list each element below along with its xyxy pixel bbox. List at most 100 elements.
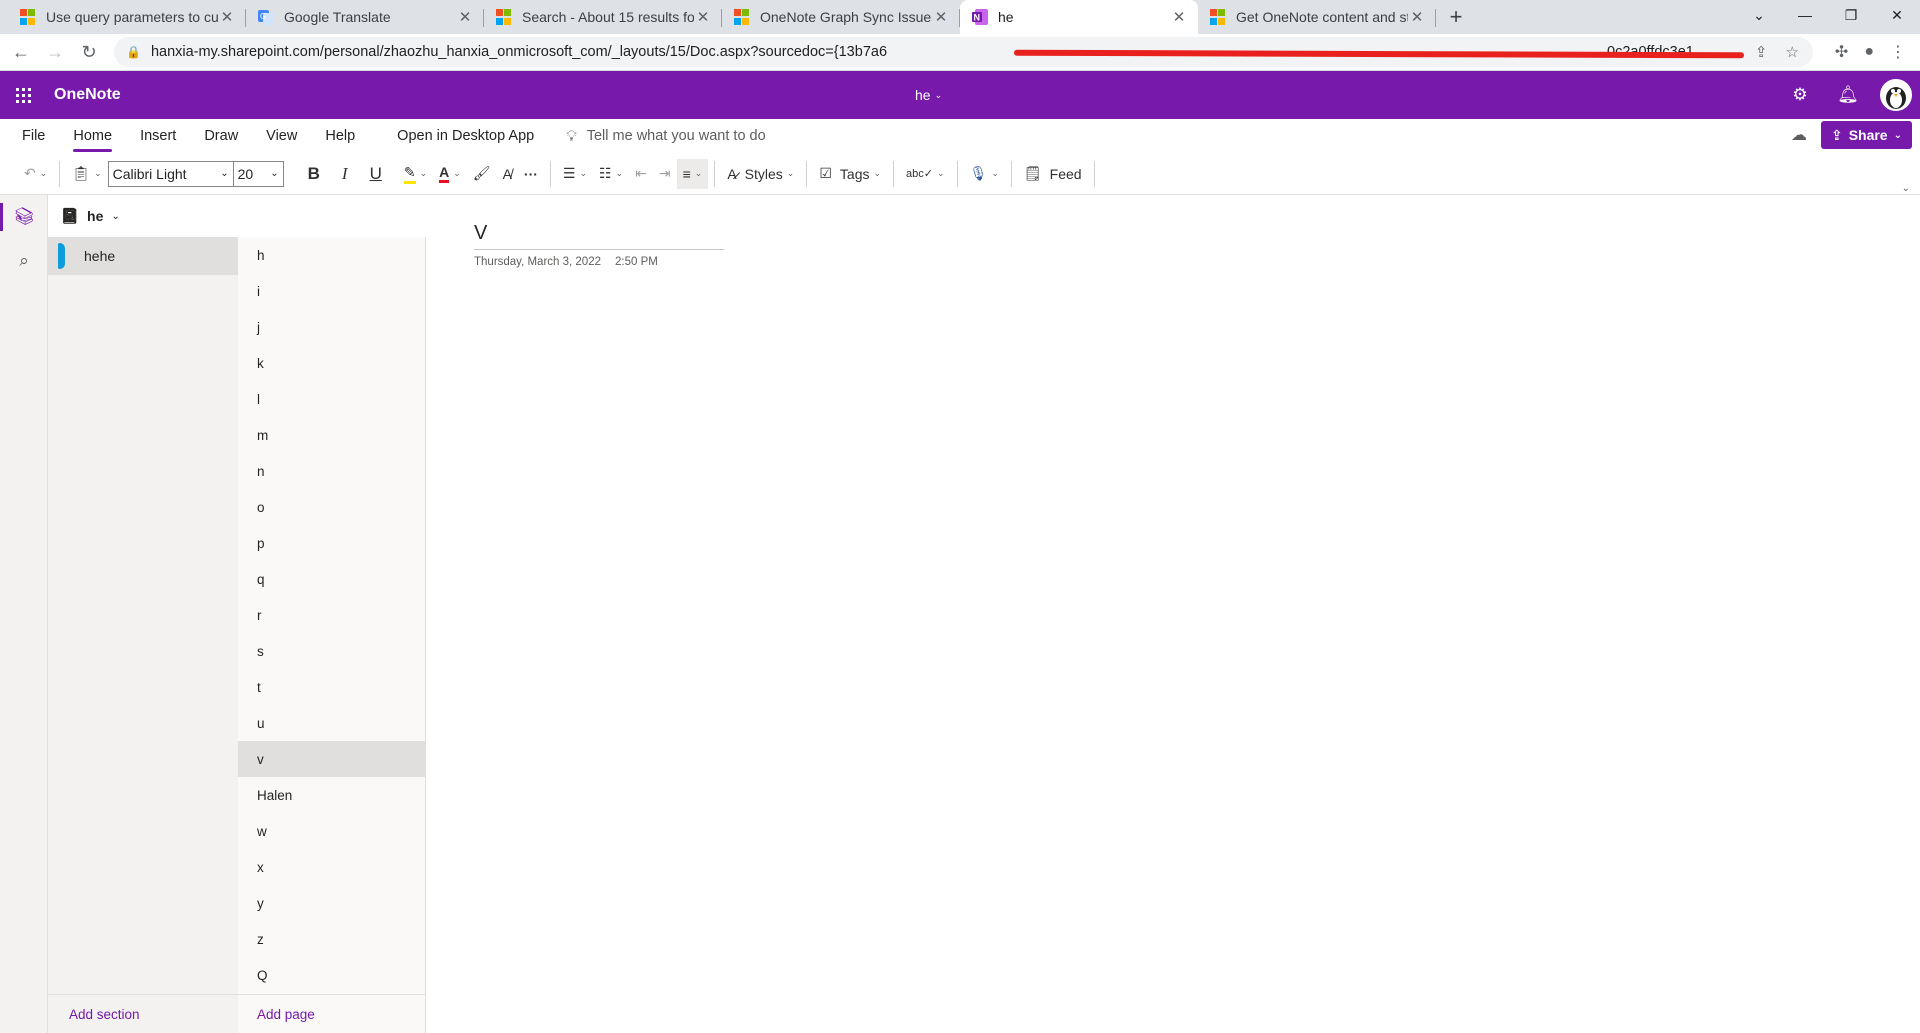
page-item[interactable]: x (238, 849, 425, 885)
dictate-button[interactable]: 🎙︎ ⌄ (964, 159, 1005, 189)
back-icon[interactable]: ← (4, 35, 38, 69)
close-icon[interactable]: ✕ (694, 8, 712, 26)
avatar[interactable] (1880, 79, 1912, 111)
section-item[interactable]: hehe (48, 237, 238, 275)
browser-tab[interactable]: Use query parameters to cust ✕ (8, 0, 246, 34)
share-button[interactable]: ⇪ Share ⌄ (1820, 121, 1912, 149)
close-icon[interactable]: ✕ (456, 8, 474, 26)
page-item[interactable]: Halen (238, 777, 425, 813)
add-page-button[interactable]: Add page (238, 994, 426, 1033)
page-item[interactable]: z (238, 921, 425, 957)
app-name[interactable]: OneNote (54, 86, 121, 104)
browser-tab-active[interactable]: N he ✕ (960, 0, 1198, 34)
font-size-dropdown[interactable]: 20 ⌄ (233, 160, 284, 187)
page-item[interactable]: s (238, 633, 425, 669)
format-painter-button[interactable]: 🖌︎ (467, 159, 497, 189)
reload-icon[interactable]: ↻ (72, 35, 106, 69)
browser-tab[interactable]: OneNote Graph Sync Issues - ✕ (722, 0, 960, 34)
close-icon[interactable]: ✕ (1408, 8, 1426, 26)
share-page-icon[interactable]: ⇪ (1755, 43, 1768, 61)
styles-button[interactable]: A̷ Styles ⌄ (721, 159, 800, 189)
bullets-button[interactable]: ☰ ⌄ (557, 159, 593, 189)
font-color-button[interactable]: A ⌄ (433, 159, 467, 189)
tab-help[interactable]: Help (311, 119, 369, 153)
align-button[interactable]: ≡ ⌄ (676, 158, 709, 189)
clear-formatting-button[interactable]: A̸ (497, 159, 518, 189)
page-item[interactable]: p (238, 525, 425, 561)
page-title[interactable]: V (474, 222, 724, 250)
new-tab-button[interactable]: + (1440, 0, 1472, 34)
app-launcher-icon[interactable] (0, 71, 46, 119)
page-item[interactable]: u (238, 705, 425, 741)
page-item[interactable]: o (238, 489, 425, 525)
page-item[interactable]: j (238, 309, 425, 345)
italic-button[interactable]: I (336, 159, 354, 189)
page-item[interactable]: y (238, 885, 425, 921)
profile-icon[interactable]: ● (1864, 43, 1874, 61)
bold-button[interactable]: B (302, 159, 326, 189)
page-item-selected[interactable]: v (238, 741, 425, 777)
bookmark-star-icon[interactable]: ☆ (1785, 43, 1798, 61)
forward-icon[interactable]: → (38, 35, 72, 69)
page-item[interactable]: q (238, 561, 425, 597)
font-name-dropdown[interactable]: Calibri Light ⌄ (107, 160, 234, 187)
page-item[interactable]: Q (238, 957, 425, 993)
increase-indent-icon: ⇥ (658, 165, 671, 181)
increase-indent-button[interactable]: ⇥ (653, 159, 677, 189)
close-icon[interactable]: ✕ (932, 8, 950, 26)
extensions-icon[interactable]: ✣ (1835, 42, 1848, 62)
page-canvas[interactable]: V Thursday, March 3, 2022 2:50 PM (427, 210, 1920, 1033)
minimize-icon[interactable]: — (1782, 0, 1828, 30)
collapse-ribbon-icon[interactable]: ⌄ (1902, 183, 1910, 194)
page-item[interactable]: t (238, 669, 425, 705)
tab-file[interactable]: File (0, 119, 59, 153)
page-item[interactable]: k (238, 345, 425, 381)
browser-tab[interactable]: G Google Translate ✕ (246, 0, 484, 34)
add-section-button[interactable]: Add section (48, 994, 238, 1033)
feed-button[interactable]: 🗒︎ Feed (1018, 159, 1088, 189)
page-time: 2:50 PM (615, 256, 658, 268)
url-field[interactable]: 🔒 hanxia-my.sharepoint.com/personal/zhao… (114, 37, 1813, 67)
page-item[interactable]: w (238, 813, 425, 849)
section-label: hehe (84, 248, 116, 264)
page-item[interactable]: m (238, 417, 425, 453)
font-name-value: Calibri Light (112, 165, 187, 182)
page-item[interactable]: n (238, 453, 425, 489)
tab-view[interactable]: View (252, 119, 311, 153)
notification-bell-icon[interactable]: 🔔︎ (1824, 71, 1872, 119)
tab-search-icon[interactable]: ⌄ (1736, 0, 1782, 30)
page-item[interactable]: h (238, 237, 425, 273)
tags-button[interactable]: ☑ Tags ⌄ (813, 159, 887, 189)
paste-button[interactable]: 📋︎ ⌄ (66, 159, 107, 189)
format-painter-icon: 🖌︎ (472, 165, 491, 181)
notebooks-icon[interactable]: 📚︎ (0, 195, 48, 239)
spelling-button[interactable]: abc✓ ⌄ (900, 159, 951, 189)
settings-gear-icon[interactable]: ⚙ (1776, 71, 1824, 119)
search-icon[interactable]: ⌕ (0, 239, 48, 283)
underline-button[interactable]: U (364, 159, 388, 189)
page-item[interactable]: r (238, 597, 425, 633)
browser-menu-icon[interactable]: ⋮ (1890, 42, 1906, 62)
window-close-icon[interactable]: ✕ (1874, 0, 1920, 30)
decrease-indent-button[interactable]: ⇤ (629, 159, 653, 189)
page-timestamp: Thursday, March 3, 2022 2:50 PM (474, 256, 658, 268)
document-title-dropdown[interactable]: he ⌄ (915, 71, 942, 119)
tab-home[interactable]: Home (59, 119, 126, 153)
page-item[interactable]: i (238, 273, 425, 309)
highlight-button[interactable]: ✎ ⌄ (398, 159, 433, 189)
open-in-desktop-app[interactable]: Open in Desktop App (383, 119, 548, 153)
close-icon[interactable]: ✕ (1170, 8, 1188, 26)
page-item[interactable]: l (238, 381, 425, 417)
browser-tab[interactable]: Get OneNote content and str ✕ (1198, 0, 1436, 34)
restore-icon[interactable]: ❐ (1828, 0, 1874, 30)
tab-insert[interactable]: Insert (126, 119, 190, 153)
sync-status-icon[interactable]: ☁ (1791, 125, 1807, 145)
undo-button[interactable]: ↶ ⌄ (18, 159, 53, 189)
tab-draw[interactable]: Draw (190, 119, 252, 153)
browser-tab[interactable]: Search - About 15 results fou ✕ (484, 0, 722, 34)
more-options-button[interactable]: ··· (518, 159, 544, 189)
numbering-button[interactable]: ☷ ⌄ (593, 159, 629, 189)
app-header: OneNote he ⌄ ⚙ 🔔︎ (0, 71, 1920, 119)
tell-me-search[interactable]: 💡︎ Tell me what you want to do (566, 128, 765, 145)
close-icon[interactable]: ✕ (218, 8, 236, 26)
